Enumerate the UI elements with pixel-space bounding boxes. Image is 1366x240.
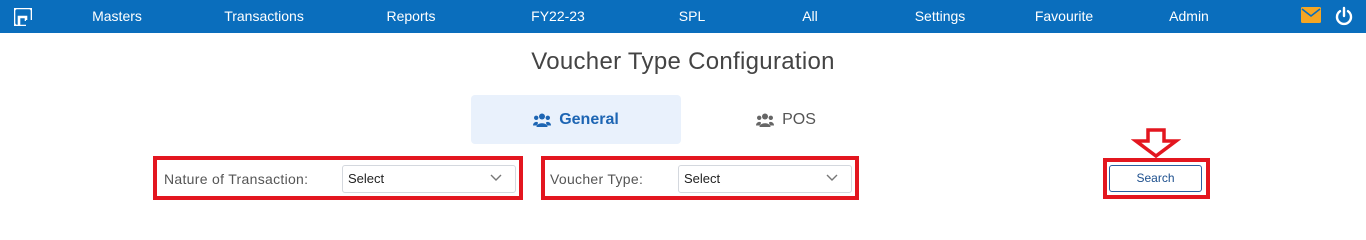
nature-of-transaction-value: Select (348, 171, 385, 186)
voucher-type-select[interactable]: Select (678, 165, 852, 193)
arrow-down-icon (1131, 128, 1181, 158)
nav-spl[interactable]: SPL (679, 0, 705, 33)
nav-reports[interactable]: Reports (386, 0, 435, 33)
users-icon (756, 113, 775, 127)
nav-all[interactable]: All (802, 0, 818, 33)
tab-pos[interactable]: POS (681, 95, 891, 144)
tab-general[interactable]: General (471, 95, 681, 144)
chevron-down-icon (490, 174, 502, 181)
search-button[interactable]: Search (1109, 165, 1202, 192)
mail-icon[interactable] (1301, 7, 1321, 23)
page-title: Voucher Type Configuration (531, 48, 835, 75)
chevron-down-icon (826, 174, 838, 181)
users-icon (533, 113, 552, 127)
nature-of-transaction-select[interactable]: Select (342, 165, 516, 193)
app-logo-icon[interactable] (14, 8, 32, 26)
top-navbar: Masters Transactions Reports FY22-23 SPL… (0, 0, 1366, 33)
nature-of-transaction-label: Nature of Transaction: (164, 171, 309, 187)
voucher-type-label: Voucher Type: (550, 171, 644, 187)
tab-general-label: General (559, 110, 619, 128)
voucher-type-value: Select (684, 171, 721, 186)
nav-financial-year[interactable]: FY22-23 (531, 0, 585, 33)
nav-masters[interactable]: Masters (92, 0, 142, 33)
power-icon[interactable] (1334, 6, 1354, 26)
tab-pos-label: POS (782, 110, 816, 128)
nav-admin[interactable]: Admin (1169, 0, 1209, 33)
nav-favourite[interactable]: Favourite (1035, 0, 1093, 33)
nav-transactions[interactable]: Transactions (224, 0, 304, 33)
nav-settings[interactable]: Settings (915, 0, 966, 33)
